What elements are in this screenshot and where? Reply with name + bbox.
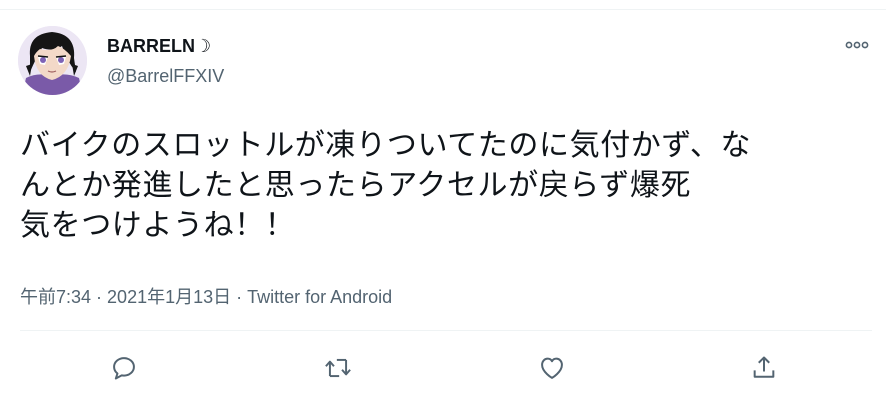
display-name[interactable]: BARRELN☽ bbox=[107, 36, 211, 57]
share-icon bbox=[753, 356, 775, 378]
more-horizontal-icon[interactable] bbox=[840, 32, 874, 58]
top-divider bbox=[0, 9, 886, 10]
tweet-metadata: 午前7:34 · 2021年1月13日 · Twitter for Androi… bbox=[20, 283, 392, 309]
tweet-time[interactable]: 午前7:34 bbox=[20, 287, 91, 307]
tweet-source[interactable]: Twitter for Android bbox=[247, 287, 392, 307]
avatar-image bbox=[18, 26, 87, 95]
retweet-button[interactable] bbox=[322, 352, 354, 384]
tweet-date[interactable]: 2021年1月13日 bbox=[107, 287, 231, 307]
reply-button[interactable] bbox=[108, 352, 140, 384]
action-divider bbox=[20, 330, 872, 331]
like-button[interactable] bbox=[536, 352, 568, 384]
more-dots bbox=[845, 41, 869, 49]
retweet-icon bbox=[325, 358, 351, 378]
tweet-line: んとか発進したと思ったらアクセルが戻らず爆死 bbox=[20, 169, 692, 202]
heart-icon bbox=[541, 357, 563, 379]
avatar[interactable] bbox=[18, 26, 87, 95]
meta-separator: · bbox=[91, 287, 108, 307]
reply-icon bbox=[113, 357, 135, 380]
tweet-line: バイクのスロットルが凍りついてたのに気付かず、な bbox=[20, 129, 752, 162]
meta-separator: · bbox=[231, 287, 248, 307]
share-button[interactable] bbox=[748, 352, 780, 384]
user-handle[interactable]: @BarrelFFXIV bbox=[107, 66, 224, 87]
tweet-line: 気をつけようね！！ bbox=[20, 209, 296, 242]
tweet-text: バイクのスロットルが凍りついてたのに気付かず、な んとか発進したと思ったらアクセ… bbox=[20, 126, 870, 246]
